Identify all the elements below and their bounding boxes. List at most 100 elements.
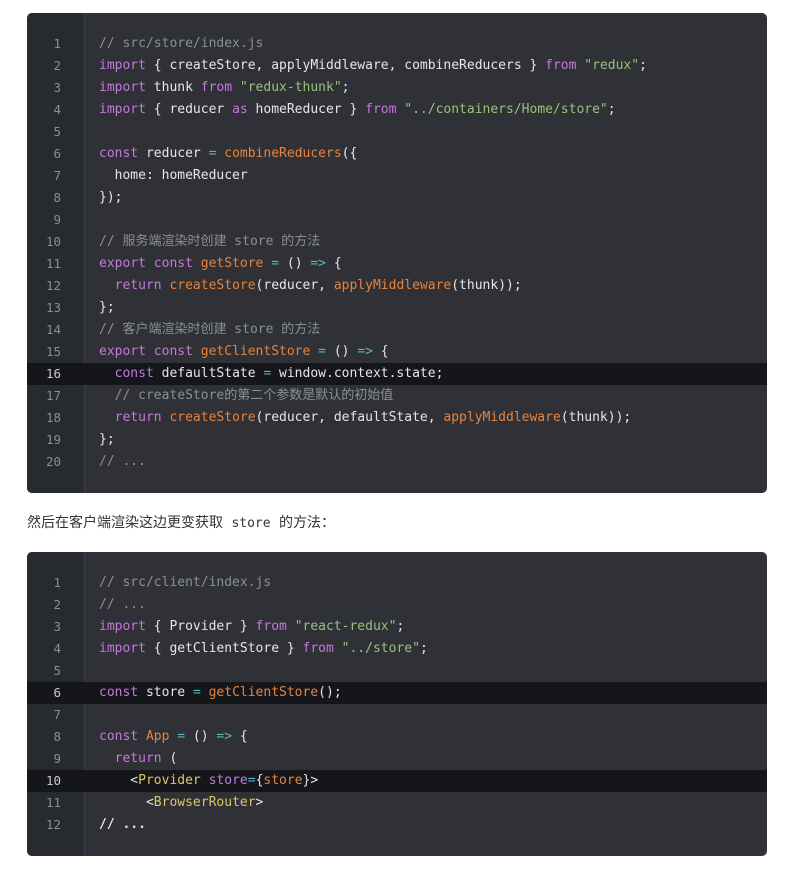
code-token: ; xyxy=(396,619,405,634)
code-token: = xyxy=(177,729,186,744)
code-line: 20 // ... xyxy=(27,451,767,473)
line-number: 3 xyxy=(53,80,61,95)
line-number: 8 xyxy=(53,190,61,205)
code-token: => xyxy=(216,729,233,744)
code-token: ; xyxy=(341,80,350,95)
code-text: const defaultState = window.context.stat… xyxy=(99,363,767,385)
code-text: export const getStore = () => { xyxy=(99,253,767,275)
code-token: as xyxy=(232,102,248,117)
code-line: 11 <BrowserRouter> xyxy=(27,792,767,814)
code-lines: 1 // src/store/index.js 2 import { createSt… xyxy=(27,33,767,473)
code-token: { createStore, applyMiddleware, combineR… xyxy=(145,58,546,73)
code-line: 10 <Provider store={store}> xyxy=(27,770,767,792)
code-text: import { createStore, applyMiddleware, c… xyxy=(99,55,767,77)
code-token: const xyxy=(114,366,154,381)
code-token: App xyxy=(145,729,170,744)
code-token: (reducer, xyxy=(255,278,334,293)
code-token: home: homeReducer xyxy=(99,168,248,183)
line-number: 5 xyxy=(53,663,61,678)
code-line: 18 return createStore(reducer, defaultSt… xyxy=(27,407,767,429)
code-line: 6 const store = getClientStore(); xyxy=(27,682,767,704)
line-number: 1 xyxy=(53,575,61,590)
code-text: import { Provider } from "react-redux"; xyxy=(99,616,767,638)
code-token: getStore xyxy=(200,256,264,271)
code-token: => xyxy=(310,256,327,271)
code-text: import thunk from "redux-thunk"; xyxy=(99,77,767,99)
line-number: 19 xyxy=(45,432,61,447)
code-token: < xyxy=(99,795,154,810)
code-token: = xyxy=(192,685,201,700)
code-token: { xyxy=(232,729,248,744)
code-line: 15 export const getClientStore = () => { xyxy=(27,341,767,363)
line-number: 11 xyxy=(45,795,61,810)
line-number: 3 xyxy=(53,619,61,634)
code-token: import xyxy=(99,619,146,634)
code-token: = xyxy=(247,773,256,788)
code-text: // ... xyxy=(99,451,767,473)
code-token: import xyxy=(99,641,146,656)
line-number: 8 xyxy=(53,729,61,744)
code-token: const xyxy=(99,146,139,161)
code-token: Provider xyxy=(138,773,201,788)
line-number: 6 xyxy=(53,146,61,161)
line-number: 12 xyxy=(45,278,61,293)
code-token: // ... xyxy=(99,454,146,469)
code-token: const xyxy=(153,256,193,271)
code-text: return createStore(reducer, applyMiddlew… xyxy=(99,275,767,297)
code-token: const xyxy=(99,729,139,744)
code-line: 17 // createStore的第二个参数是默认的初始值 xyxy=(27,385,767,407)
code-token: export xyxy=(99,344,146,359)
code-text: const store = getClientStore(); xyxy=(99,682,767,704)
code-token: // createStore的第二个参数是默认的初始值 xyxy=(99,388,394,403)
code-token: BrowserRouter xyxy=(153,795,256,810)
code-token: ; xyxy=(639,58,647,73)
prose-text-after: 的方法： xyxy=(274,515,336,531)
line-number: 17 xyxy=(45,388,61,403)
code-token: ( xyxy=(161,751,178,766)
line-number: 11 xyxy=(45,256,61,271)
code-token: // 客户端渲染时创建 store 的方法 xyxy=(99,322,321,337)
code-block-store-index: 1 // src/store/index.js 2 import { createSt… xyxy=(27,13,767,493)
code-line: 8 const App = () => { xyxy=(27,726,767,748)
code-token: = xyxy=(271,256,280,271)
code-line: 19}; xyxy=(27,429,767,451)
code-token: = xyxy=(318,344,326,359)
code-token: (thunk)); xyxy=(560,410,632,425)
code-token: const xyxy=(99,685,139,700)
code-text: // 服务端渲染时创建 store 的方法 xyxy=(99,231,767,253)
line-number: 9 xyxy=(53,751,61,766)
line-number: 2 xyxy=(53,58,61,73)
prose-text-before: 然后在客户端渲染这边更变获取 xyxy=(27,515,228,531)
code-line: 6 const reducer = combineReducers({ xyxy=(27,143,767,165)
code-token: return xyxy=(114,410,162,425)
code-token: () xyxy=(326,344,358,359)
code-line: 7 home: homeReducer xyxy=(27,165,767,187)
line-number: 18 xyxy=(45,410,61,425)
code-token: createStore xyxy=(169,410,256,425)
line-number: 9 xyxy=(53,212,61,227)
code-token: // ... xyxy=(99,817,146,832)
code-block-client-index: 1 // src/client/index.js 2 // ... 3 import { … xyxy=(27,552,767,856)
code-text: // ... xyxy=(99,594,767,616)
code-line: 7 xyxy=(27,704,767,726)
code-text: // 客户端渲染时创建 store 的方法 xyxy=(99,319,767,341)
code-text: import { getClientStore } from "../store… xyxy=(99,638,767,660)
code-lines: 1 // src/client/index.js 2 // ... 3 import { … xyxy=(27,572,767,836)
code-text: home: homeReducer xyxy=(99,165,767,187)
code-token: defaultState xyxy=(153,366,264,381)
code-token: const xyxy=(153,344,193,359)
line-number: 6 xyxy=(53,685,61,700)
code-token: combineReducers xyxy=(224,146,342,161)
code-line: 14 // 客户端渲染时创建 store 的方法 xyxy=(27,319,767,341)
code-token: "../containers/Home/store" xyxy=(404,102,608,117)
code-token: thunk xyxy=(145,80,201,95)
code-token: store xyxy=(208,773,248,788)
inline-code-store: store xyxy=(231,516,271,531)
code-line: 1 // src/client/index.js xyxy=(27,572,767,594)
